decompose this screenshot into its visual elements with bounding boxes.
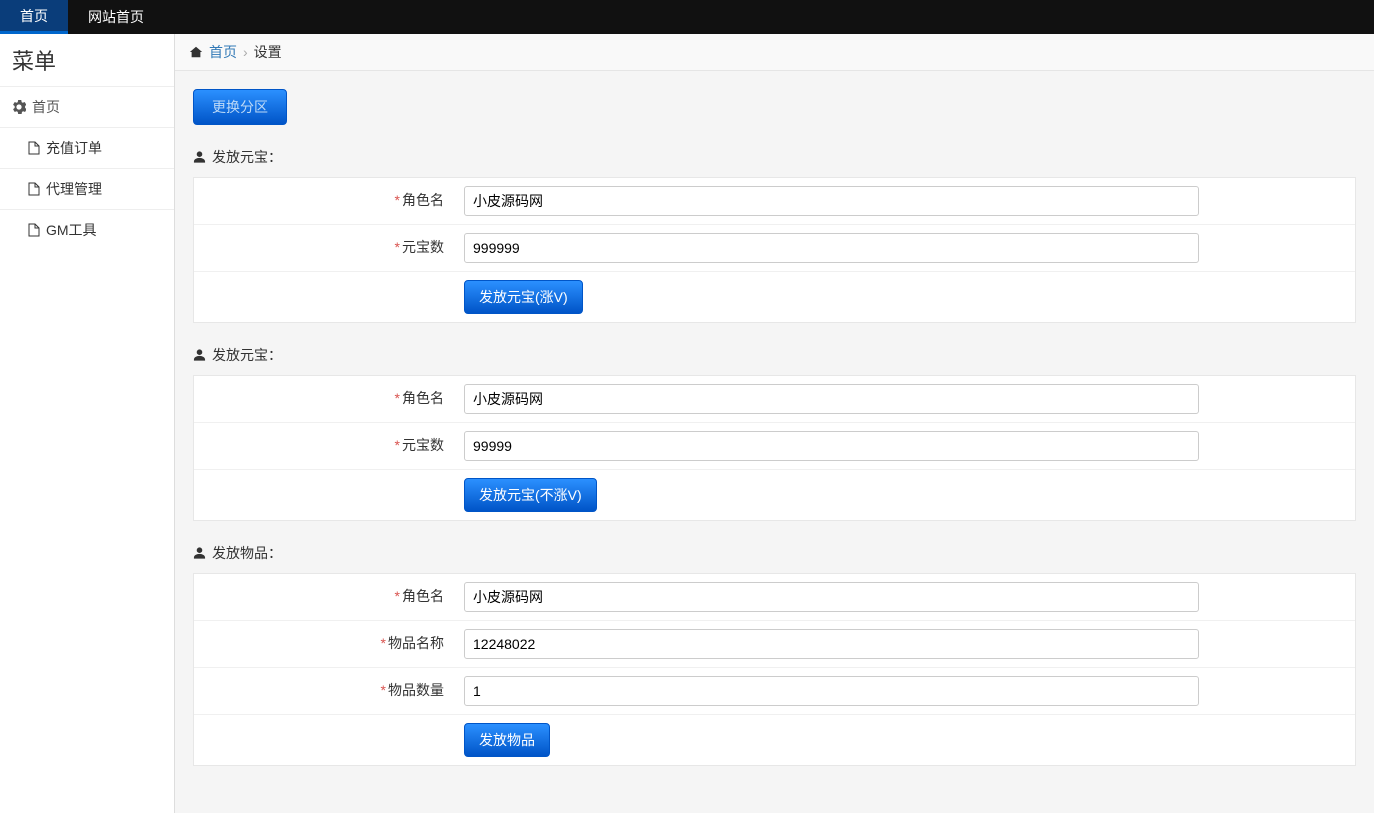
section3-item-input[interactable] — [464, 629, 1199, 659]
section3-form: *角色名 *物品名称 *物品数量 发放物品 — [193, 573, 1356, 766]
sidebar-title: 菜单 — [0, 34, 174, 86]
section1-submit-button[interactable]: 发放元宝(涨V) — [464, 280, 583, 314]
file-icon — [28, 182, 40, 196]
topbar-tab-home[interactable]: 首页 — [0, 0, 68, 34]
role-label: *角色名 — [194, 574, 454, 620]
sidebar-item-recharge[interactable]: 充值订单 — [0, 127, 174, 168]
person-icon — [193, 348, 206, 362]
section2-role-input[interactable] — [464, 384, 1199, 414]
section1-role-input[interactable] — [464, 186, 1199, 216]
item-label: *物品名称 — [194, 621, 454, 667]
topbar: 首页 网站首页 — [0, 0, 1374, 34]
sidebar-item-label: 代理管理 — [46, 179, 102, 199]
file-icon — [28, 141, 40, 155]
gear-icon — [12, 100, 26, 114]
breadcrumb-current: 设置 — [254, 42, 282, 62]
sidebar-item-gm[interactable]: GM工具 — [0, 209, 174, 250]
swap-zone-button[interactable]: 更换分区 — [193, 89, 287, 125]
qty-label: *物品数量 — [194, 668, 454, 714]
main: 首页 › 设置 更换分区 发放元宝： *角色名 *元宝数 — [175, 34, 1374, 813]
sidebar-item-label: GM工具 — [46, 220, 97, 240]
section3-title: 发放物品： — [193, 543, 1356, 563]
sidebar-item-label: 充值订单 — [46, 138, 102, 158]
section3-qty-input[interactable] — [464, 676, 1199, 706]
sidebar-item-label: 首页 — [32, 97, 60, 117]
person-icon — [193, 546, 206, 560]
section1-form: *角色名 *元宝数 发放元宝(涨V) — [193, 177, 1356, 323]
topbar-tab-site[interactable]: 网站首页 — [68, 0, 164, 34]
section3-submit-button[interactable]: 发放物品 — [464, 723, 550, 757]
role-label: *角色名 — [194, 178, 454, 224]
amount-label: *元宝数 — [194, 423, 454, 469]
section1-amount-input[interactable] — [464, 233, 1199, 263]
section2-form: *角色名 *元宝数 发放元宝(不涨V) — [193, 375, 1356, 521]
section2-amount-input[interactable] — [464, 431, 1199, 461]
amount-label: *元宝数 — [194, 225, 454, 271]
section1-title: 发放元宝： — [193, 147, 1356, 167]
breadcrumb-home-link[interactable]: 首页 — [209, 42, 237, 62]
file-icon — [28, 223, 40, 237]
chevron-right-icon: › — [243, 44, 248, 60]
sidebar: 菜单 首页 充值订单 代理管理 GM工具 — [0, 34, 175, 813]
breadcrumb: 首页 › 设置 — [175, 34, 1374, 71]
role-label: *角色名 — [194, 376, 454, 422]
section3-role-input[interactable] — [464, 582, 1199, 612]
sidebar-item-home[interactable]: 首页 — [0, 86, 174, 127]
section2-title: 发放元宝： — [193, 345, 1356, 365]
person-icon — [193, 150, 206, 164]
section2-submit-button[interactable]: 发放元宝(不涨V) — [464, 478, 597, 512]
home-icon — [189, 45, 203, 59]
sidebar-item-agent[interactable]: 代理管理 — [0, 168, 174, 209]
